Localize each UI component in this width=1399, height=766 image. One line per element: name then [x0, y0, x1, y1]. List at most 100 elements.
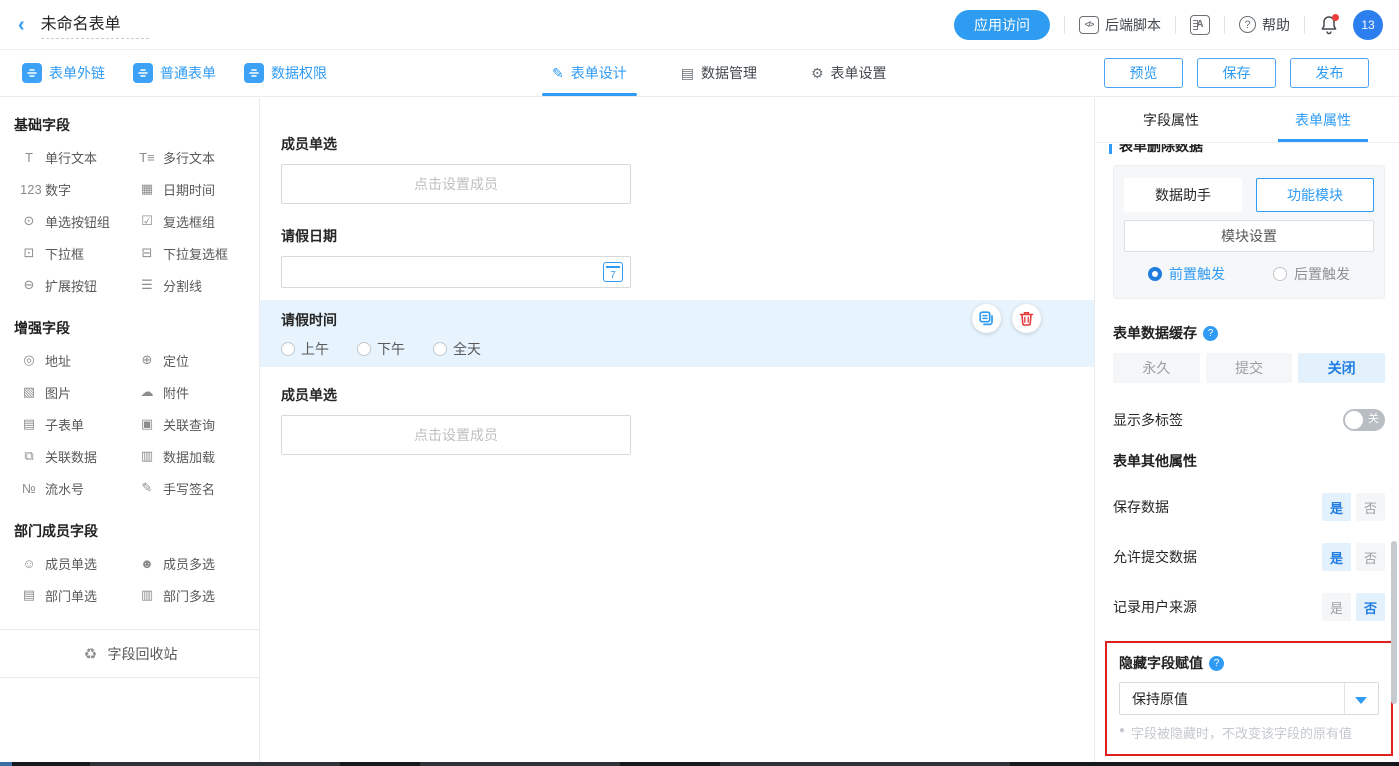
field-library-item[interactable]: T 单行文本: [20, 141, 138, 173]
mode-icon: [22, 63, 42, 83]
avatar[interactable]: 13: [1353, 10, 1383, 40]
field-library-item[interactable]: ▣ 关联查询: [138, 408, 259, 440]
field-library-item[interactable]: ▦ 日期时间: [138, 173, 259, 205]
field-type-icon: ▥: [138, 448, 156, 464]
field-library-item[interactable]: ⊖ 扩展按钮: [20, 269, 138, 301]
app-access-button[interactable]: 应用访问: [954, 10, 1050, 40]
field-library-item[interactable]: T≡ 多行文本: [138, 141, 259, 173]
post-trigger-radio[interactable]: 后置触发: [1273, 264, 1350, 284]
page-title[interactable]: 未命名表单: [41, 10, 149, 34]
help-button[interactable]: ? 帮助: [1239, 15, 1290, 35]
form-design-icon: ✎: [552, 65, 564, 82]
allow-submit-yes[interactable]: 是: [1322, 543, 1351, 571]
publish-button[interactable]: 发布: [1290, 58, 1369, 88]
form-mode-item[interactable]: 表单外链: [22, 63, 105, 83]
hidden-field-select[interactable]: 保持原值: [1119, 682, 1379, 715]
dept-fields-grid: ☺ 成员单选 ☻ 成员多选 ▤ 部门单选 ▥ 部门多选: [0, 547, 259, 611]
radio-option[interactable]: 下午: [357, 339, 405, 359]
back-icon[interactable]: ‹: [18, 15, 25, 35]
help-question-icon[interactable]: ?: [1203, 326, 1218, 341]
record-source-yes[interactable]: 是: [1322, 593, 1351, 621]
function-module-button[interactable]: 功能模块: [1256, 178, 1374, 212]
tab-form-design[interactable]: ✎ 表单设计: [548, 50, 631, 96]
pre-trigger-radio[interactable]: 前置触发: [1148, 264, 1225, 284]
form-mode-item[interactable]: 普通表单: [133, 63, 216, 83]
field-library-item[interactable]: ⊕ 定位: [138, 344, 259, 376]
canvas-field-leave-time-selected[interactable]: 请假时间 上午 下午 全天: [260, 300, 1094, 367]
field-library-item[interactable]: ✎ 手写签名: [138, 472, 259, 504]
contacts-button[interactable]: A: [1190, 15, 1210, 35]
divider: [1175, 16, 1176, 34]
radio-option[interactable]: 上午: [281, 339, 329, 359]
panel-scrollbar[interactable]: [1391, 541, 1397, 704]
save-data-yes[interactable]: 是: [1322, 493, 1351, 521]
tab-field-properties[interactable]: 字段属性: [1095, 98, 1247, 142]
field-library-item[interactable]: ▧ 图片: [20, 376, 138, 408]
cache-option-submit[interactable]: 提交: [1206, 353, 1293, 383]
mode-icon: [133, 63, 153, 83]
help-icon: ?: [1239, 16, 1256, 33]
backend-script-button[interactable]: </> 后端脚本: [1079, 15, 1161, 35]
member-picker[interactable]: 点击设置成员: [281, 415, 631, 455]
date-input[interactable]: 7: [281, 256, 631, 288]
field-type-icon: ⧉: [20, 448, 38, 464]
radio-group: 上午 下午 全天: [281, 339, 1094, 359]
radio-circle-icon: [357, 342, 371, 356]
field-library-item[interactable]: ▤ 子表单: [20, 408, 138, 440]
field-library-item[interactable]: ⊡ 下拉框: [20, 237, 138, 269]
cache-option-close[interactable]: 关闭: [1298, 353, 1385, 383]
tab-form-properties[interactable]: 表单属性: [1247, 98, 1399, 142]
module-settings-button[interactable]: 模块设置: [1124, 220, 1374, 252]
field-type-icon: T: [20, 150, 38, 165]
preview-button[interactable]: 预览: [1104, 58, 1183, 88]
field-library-item[interactable]: ▥ 数据加载: [138, 440, 259, 472]
radio-circle-icon: [281, 342, 295, 356]
field-recycle-bin[interactable]: ♻ 字段回收站: [0, 629, 259, 678]
field-type-icon: ◎: [20, 352, 38, 368]
hidden-field-highlight-box: 隐藏字段赋值 ? 保持原值 ● 字段被隐藏时，不改变该字段的原有值: [1105, 641, 1393, 756]
delete-field-button[interactable]: [1012, 304, 1041, 333]
record-source-no[interactable]: 否: [1356, 593, 1385, 621]
tab-data-manage[interactable]: ▤ 数据管理: [677, 50, 761, 96]
canvas-field-member-select-1[interactable]: 成员单选 点击设置成员: [260, 98, 1094, 204]
help-question-icon[interactable]: ?: [1209, 656, 1224, 671]
multi-tab-toggle[interactable]: 关: [1343, 409, 1385, 431]
calendar-icon: 7: [603, 262, 623, 282]
field-library-item[interactable]: ⊟ 下拉复选框: [138, 237, 259, 269]
field-library-item[interactable]: ▥ 部门多选: [138, 579, 259, 611]
data-helper-button[interactable]: 数据助手: [1124, 178, 1242, 212]
hidden-field-hint: ● 字段被隐藏时，不改变该字段的原有值: [1119, 723, 1379, 742]
field-library-item[interactable]: ☰ 分割线: [138, 269, 259, 301]
field-library-item[interactable]: ☻ 成员多选: [138, 547, 259, 579]
canvas-field-member-select-2[interactable]: 成员单选 点击设置成员: [260, 367, 1094, 455]
member-picker[interactable]: 点击设置成员: [281, 164, 631, 204]
allow-submit-row: 允许提交数据 是 否: [1113, 543, 1385, 571]
notification-bell-icon[interactable]: [1319, 15, 1339, 35]
tab-form-settings[interactable]: ⚙ 表单设置: [807, 50, 891, 96]
form-title-wrap[interactable]: 未命名表单: [41, 10, 149, 39]
field-type-icon: 123: [20, 182, 38, 197]
clipped-section-title: 表单删除数据: [1109, 144, 1385, 155]
allow-submit-no[interactable]: 否: [1356, 543, 1385, 571]
panel-scroll-area[interactable]: 表单删除数据 数据助手 功能模块 模块设置 前置触发 后置触发: [1095, 144, 1399, 762]
cache-option-forever[interactable]: 永久: [1113, 353, 1200, 383]
field-type-icon: ▦: [138, 181, 156, 197]
field-library-item[interactable]: ☺ 成员单选: [20, 547, 138, 579]
field-library-item[interactable]: ☑ 复选框组: [138, 205, 259, 237]
save-data-no[interactable]: 否: [1356, 493, 1385, 521]
canvas-field-leave-date[interactable]: 请假日期 7: [260, 204, 1094, 288]
field-label: 请假日期: [281, 226, 1094, 246]
field-library-item[interactable]: № 流水号: [20, 472, 138, 504]
form-data-cache-label: 表单数据缓存 ?: [1113, 323, 1385, 343]
duplicate-field-button[interactable]: [972, 304, 1001, 333]
field-library-item[interactable]: ◎ 地址: [20, 344, 138, 376]
radio-option[interactable]: 全天: [433, 339, 481, 359]
form-mode-item[interactable]: 数据权限: [244, 63, 327, 83]
field-library-item[interactable]: 123 数字: [20, 173, 138, 205]
field-library-item[interactable]: ▤ 部门单选: [20, 579, 138, 611]
save-button[interactable]: 保存: [1197, 58, 1276, 88]
field-library-item[interactable]: ⧉ 关联数据: [20, 440, 138, 472]
field-type-icon: ▤: [20, 587, 38, 603]
field-library-item[interactable]: ⊙ 单选按钮组: [20, 205, 138, 237]
field-library-item[interactable]: ☁ 附件: [138, 376, 259, 408]
